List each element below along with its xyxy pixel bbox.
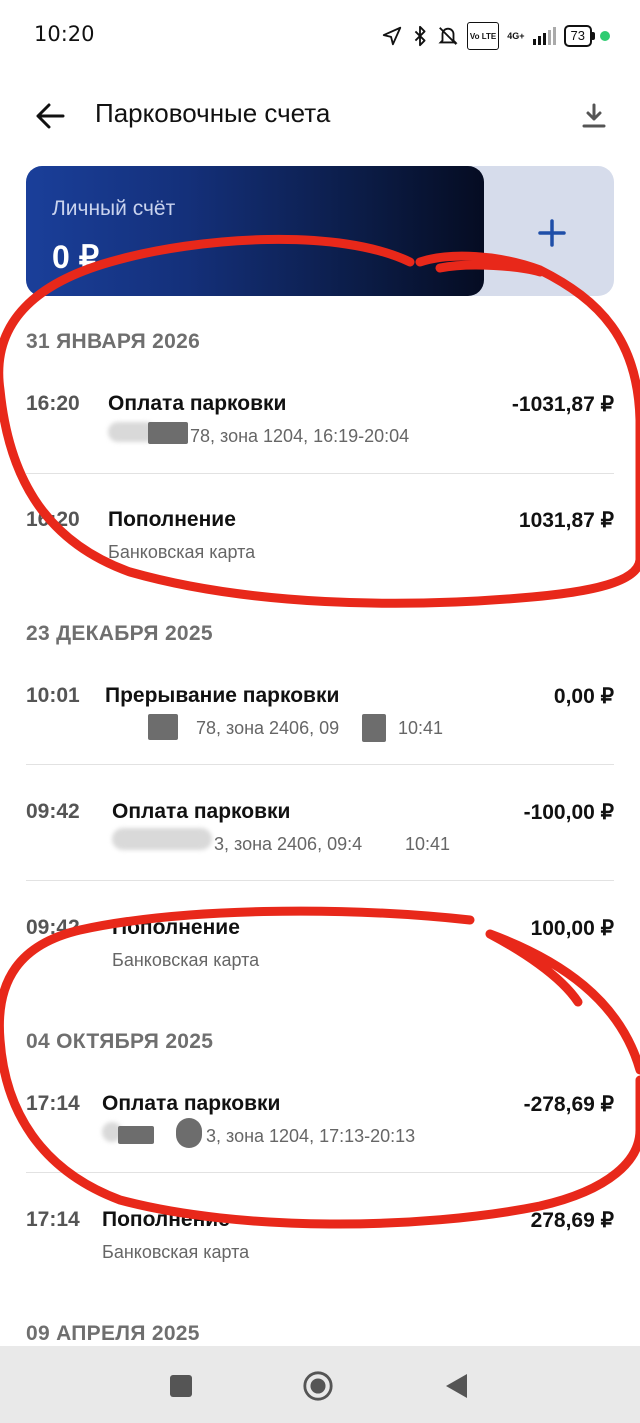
redaction-mask xyxy=(148,422,188,444)
transaction-amount: 0,00 ₽ xyxy=(553,685,614,708)
divider xyxy=(26,880,614,881)
transaction-time: 10:01 xyxy=(26,684,80,707)
transaction-subtitle: 78, зона 1204, 16:19-20:04 xyxy=(190,426,410,446)
account-balance: 0 ₽ xyxy=(52,239,100,275)
transaction-amount: -100,00 ₽ xyxy=(523,801,614,824)
redaction-mask xyxy=(148,714,178,740)
redaction-mask xyxy=(176,1118,202,1148)
transaction-subtitle: Банковская карта xyxy=(108,542,256,562)
transaction-row[interactable]: 10:01 Прерывание парковки 78, зона 2406,… xyxy=(26,684,614,744)
plus-icon xyxy=(538,219,566,247)
date-header: 31 ЯНВАРЯ 2026 xyxy=(26,330,201,353)
download-button[interactable] xyxy=(574,96,614,136)
transaction-row[interactable]: 17:14 Пополнение Банковская карта 278,69… xyxy=(26,1208,614,1268)
transaction-subtitle-end: 10:41 xyxy=(405,834,451,854)
recent-apps-button[interactable] xyxy=(165,1370,197,1402)
transaction-row[interactable]: 09:42 Оплата парковки 3, зона 2406, 09:4… xyxy=(26,800,614,860)
bell-off-icon xyxy=(437,24,459,48)
transaction-title: Оплата парковки xyxy=(102,1092,281,1115)
transaction-title: Прерывание парковки xyxy=(105,684,340,707)
signal-icon xyxy=(532,27,556,45)
transaction-time: 16:20 xyxy=(26,392,80,415)
square-icon xyxy=(170,1375,192,1397)
transaction-amount: -278,69 ₽ xyxy=(523,1093,614,1116)
transaction-subtitle-end: 10:41 xyxy=(398,718,444,738)
download-icon xyxy=(582,103,606,128)
transaction-title: Пополнение xyxy=(102,1208,230,1231)
date-header: 04 ОКТЯБРЯ 2025 xyxy=(26,1030,214,1053)
divider xyxy=(26,473,614,474)
location-icon xyxy=(381,24,403,48)
home-button[interactable] xyxy=(302,1370,334,1402)
transaction-row[interactable]: 16:20 Оплата парковки 78, зона 1204, 16:… xyxy=(26,392,614,452)
network-type: 4G+ xyxy=(507,30,525,41)
divider xyxy=(26,764,614,765)
system-navigation-bar xyxy=(0,1346,640,1423)
transaction-time: 17:14 xyxy=(26,1092,80,1115)
app-bar: Парковочные счета xyxy=(0,84,640,146)
transaction-subtitle: Банковская карта xyxy=(102,1242,250,1262)
transaction-time: 17:14 xyxy=(26,1208,80,1231)
back-button[interactable] xyxy=(30,96,70,136)
transaction-subtitle: Банковская карта xyxy=(112,950,260,970)
transaction-row[interactable]: 17:14 Оплата парковки 3, зона 1204, 17:1… xyxy=(26,1092,614,1152)
status-icons: Vo LTE 4G+ 73 xyxy=(381,22,610,50)
transaction-title: Оплата парковки xyxy=(108,392,287,415)
back-nav-button[interactable] xyxy=(440,1370,472,1402)
status-bar: 10:20 Vo LTE 4G+ 73 xyxy=(0,0,640,70)
transaction-row[interactable]: 09:42 Пополнение Банковская карта 100,00… xyxy=(26,916,614,976)
divider xyxy=(26,1172,614,1173)
battery-icon: 73 xyxy=(563,25,596,47)
personal-account-card[interactable]: Личный счёт 0 ₽ xyxy=(26,166,484,296)
arrow-left-icon xyxy=(36,103,65,129)
page-title: Парковочные счета xyxy=(95,98,331,128)
privacy-dot-icon xyxy=(600,31,610,41)
transaction-title: Оплата парковки xyxy=(112,800,291,823)
transaction-amount: 278,69 ₽ xyxy=(530,1209,614,1232)
account-label: Личный счёт xyxy=(52,197,176,220)
transaction-amount: 1031,87 ₽ xyxy=(518,509,614,532)
transaction-subtitle: 78, зона 2406, 09 xyxy=(196,718,340,738)
transaction-row[interactable]: 16:20 Пополнение Банковская карта 1031,8… xyxy=(26,508,614,568)
status-time: 10:20 xyxy=(34,22,95,46)
transaction-title: Пополнение xyxy=(112,916,240,939)
transaction-time: 16:20 xyxy=(26,508,80,531)
transaction-time: 09:42 xyxy=(26,800,80,823)
triangle-back-icon xyxy=(446,1374,467,1398)
lte-badge: Vo LTE xyxy=(466,22,500,50)
home-circle-icon xyxy=(303,1371,333,1401)
bluetooth-icon xyxy=(411,24,429,48)
redaction-mask xyxy=(118,1126,154,1144)
transaction-amount: -1031,87 ₽ xyxy=(511,393,614,416)
transaction-time: 09:42 xyxy=(26,916,80,939)
redaction-mask xyxy=(362,714,386,742)
transaction-amount: 100,00 ₽ xyxy=(530,917,614,940)
redaction-blur xyxy=(112,828,212,850)
transaction-subtitle: 3, зона 1204, 17:13-20:13 xyxy=(206,1126,416,1146)
transaction-title: Пополнение xyxy=(108,508,236,531)
date-header: 09 АПРЕЛЯ 2025 xyxy=(26,1322,200,1345)
date-header: 23 ДЕКАБРЯ 2025 xyxy=(26,622,213,645)
transaction-subtitle: 3, зона 2406, 09:4 xyxy=(214,834,363,854)
